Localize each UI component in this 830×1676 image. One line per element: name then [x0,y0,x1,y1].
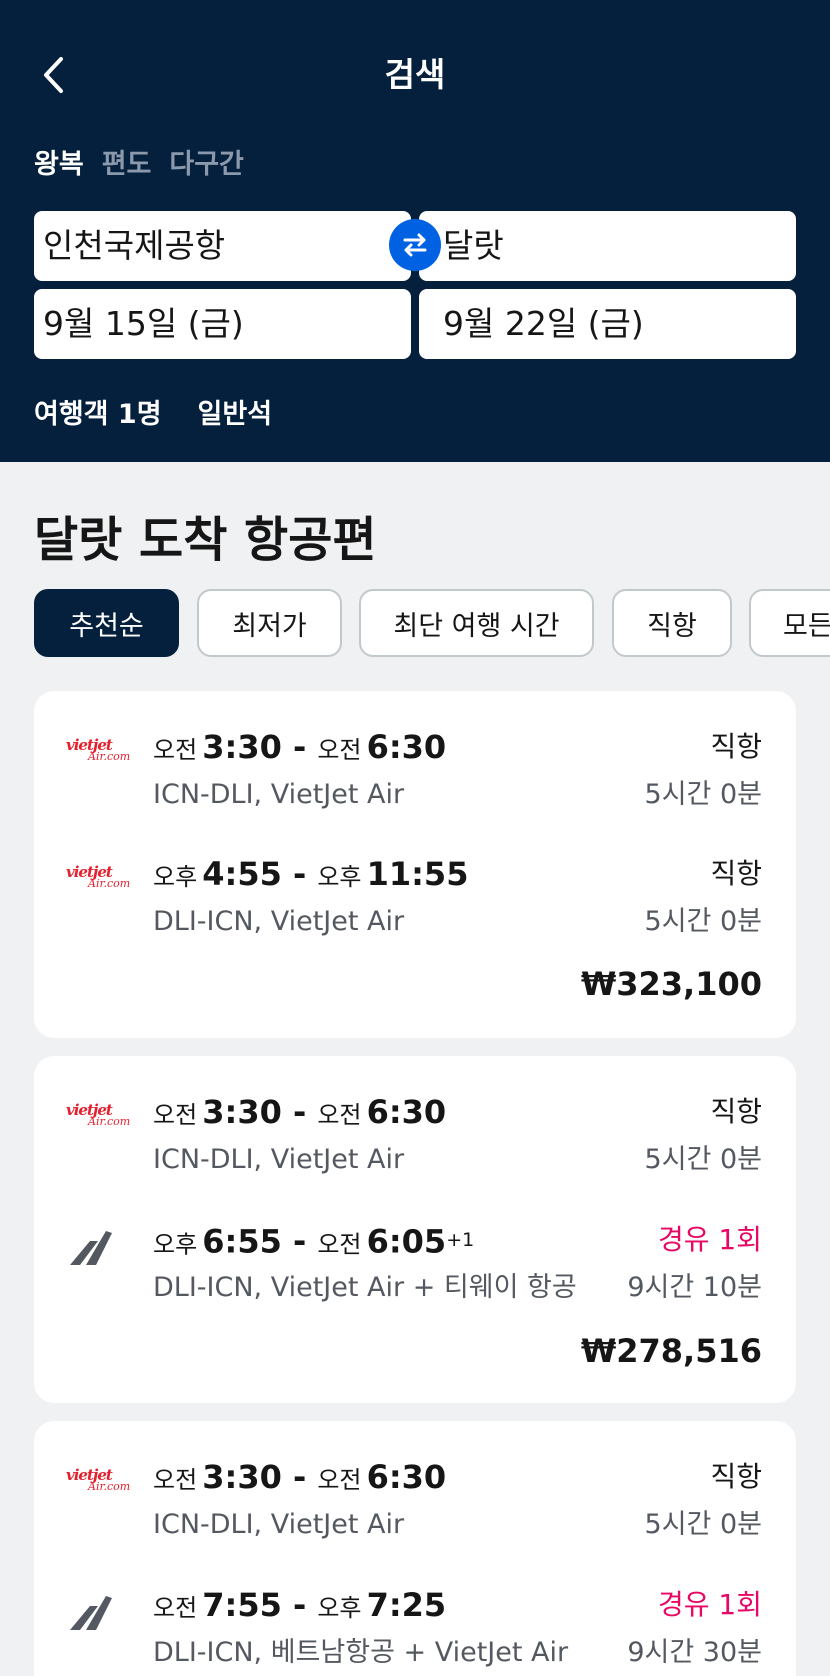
arr-time: 6:30 [366,1093,447,1131]
dep-time: 3:30 [202,728,282,766]
vietjet-logo: vietjet Air.com [66,1462,130,1502]
page-title: 검색 [384,55,446,94]
leg-stops: 직항 [710,1460,762,1493]
next-day-marker: +1 [446,1229,475,1251]
tab-one-way[interactable]: 편도 [102,145,152,185]
leg-route: ICN-DLI, VietJet Air [153,1144,405,1175]
leg-stops: 직항 [710,857,762,890]
multi-airline-icon [66,1590,126,1630]
arr-ampm: 오후 [317,1594,362,1622]
vietjet-logo: vietjet Air.com [66,732,130,772]
multi-airline-icon [66,1225,126,1265]
dep-time: 7:55 [202,1586,282,1624]
arr-ampm: 오전 [317,1230,362,1259]
return-date-field[interactable]: 9월 22일 (금) [419,289,796,359]
swap-button[interactable] [389,219,441,271]
cabin-class-selector[interactable]: 일반석 [198,395,273,435]
logo-text: Air.com [88,1480,131,1493]
flight-card[interactable]: vietjet Air.com 오전 3:30 - 오전 6:30 ICN-DL… [34,1421,796,1676]
arr-time: 11:55 [366,855,469,893]
return-leg: vietjet Air.com 오후 4:55 - 오후 11:55 DLI-I… [34,849,796,959]
dep-time: 3:30 [202,1458,282,1496]
chip-direct[interactable]: 직항 [612,589,732,657]
dep-ampm: 오전 [153,1594,198,1622]
leg-stops: 경유 1회 [658,1588,762,1621]
depart-date-field[interactable]: 9월 15일 (금) [34,289,411,359]
card-price: ₩278,516 [580,1332,762,1370]
leg-stops: 직항 [710,730,762,763]
leg-duration: 5시간 0분 [644,1144,762,1175]
outbound-leg: vietjet Air.com 오전 3:30 - 오전 6:30 ICN-DL… [34,1087,796,1197]
chip-all[interactable]: 모든 [749,589,830,657]
dep-time: 6:55 [202,1222,282,1261]
tab-round-trip[interactable]: 왕복 [34,145,84,185]
logo-text: Air.com [88,1115,131,1128]
travelers-selector[interactable]: 여행객 1명 [34,395,162,435]
leg-times: 오전 3:30 - 오전 6:30 [153,728,447,766]
outbound-leg: vietjet Air.com 오전 3:30 - 오전 6:30 ICN-DL… [34,722,796,832]
vietjet-logo: vietjet Air.com [66,859,130,899]
leg-duration: 5시간 0분 [644,1509,762,1540]
vietjet-logo: vietjet Air.com [66,1097,130,1137]
arr-time: 7:25 [366,1586,447,1624]
destination-field[interactable]: 달랏 [419,211,796,281]
arr-ampm: 오후 [317,863,362,891]
leg-duration: 5시간 0분 [644,906,762,937]
leg-times: 오전 3:30 - 오전 6:30 [153,1093,447,1131]
leg-times: 오전 7:55 - 오후 7:25 [153,1586,447,1624]
traveler-cabin-row: 여행객 1명 일반석 [34,395,272,435]
search-header: 검색 왕복 편도 다구간 인천국제공항 달랏 9월 15일 (금) 9월 22일… [0,0,830,462]
leg-route: ICN-DLI, VietJet Air [153,1509,405,1540]
flight-card[interactable]: vietjet Air.com 오전 3:30 - 오전 6:30 ICN-DL… [34,1056,796,1403]
dep-ampm: 오전 [153,736,198,764]
logo-text: Air.com [88,750,131,763]
leg-duration: 5시간 0분 [644,779,762,810]
leg-stops: 직항 [710,1095,762,1128]
sort-chips: 추천순 최저가 최단 여행 시간 직항 모든 [34,589,830,659]
return-leg: 오전 7:55 - 오후 7:25 DLI-ICN, 베트남항공 + VietJ… [34,1580,796,1676]
dep-time: 4:55 [202,855,282,893]
leg-route: DLI-ICN, VietJet Air [153,906,405,937]
card-price: ₩323,100 [580,965,762,1003]
arr-ampm: 오전 [317,1466,362,1494]
arr-time: 6:05 [366,1222,447,1261]
dep-ampm: 오후 [153,863,198,891]
leg-duration: 9시간 10분 [627,1272,762,1303]
results-title: 달랏 도착 항공편 [34,512,377,568]
dep-ampm: 오전 [153,1101,198,1129]
swap-arrows-icon [403,233,427,257]
chip-recommended[interactable]: 추천순 [34,589,179,657]
flight-card[interactable]: vietjet Air.com 오전 3:30 - 오전 6:30 ICN-DL… [34,691,796,1038]
dep-time: 3:30 [202,1093,282,1131]
logo-text: Air.com [88,877,131,890]
chip-fastest[interactable]: 최단 여행 시간 [359,589,594,657]
arr-time: 6:30 [366,1458,447,1496]
return-leg: 오후 6:55 - 오전 6:05+1 DLI-ICN, VietJet Air… [34,1215,796,1325]
leg-stops: 경유 1회 [658,1223,762,1256]
outbound-leg: vietjet Air.com 오전 3:30 - 오전 6:30 ICN-DL… [34,1452,796,1562]
leg-route: DLI-ICN, 베트남항공 + VietJet Air [153,1637,569,1668]
trip-type-tabs: 왕복 편도 다구간 [34,145,244,185]
leg-times: 오후 4:55 - 오후 11:55 [153,855,469,893]
arr-ampm: 오전 [317,736,362,764]
tab-multi-city[interactable]: 다구간 [169,145,244,185]
leg-times: 오전 3:30 - 오전 6:30 [153,1458,447,1496]
chip-cheapest[interactable]: 최저가 [197,589,342,657]
dep-ampm: 오전 [153,1466,198,1494]
leg-duration: 9시간 30분 [627,1637,762,1668]
arr-time: 6:30 [366,728,447,766]
leg-route: ICN-DLI, VietJet Air [153,779,405,810]
leg-times: 오후 6:55 - 오전 6:05+1 [153,1222,475,1261]
arr-ampm: 오전 [317,1101,362,1129]
dep-ampm: 오후 [153,1230,198,1259]
leg-route: DLI-ICN, VietJet Air + 티웨이 항공 [153,1272,577,1303]
origin-field[interactable]: 인천국제공항 [34,211,411,281]
